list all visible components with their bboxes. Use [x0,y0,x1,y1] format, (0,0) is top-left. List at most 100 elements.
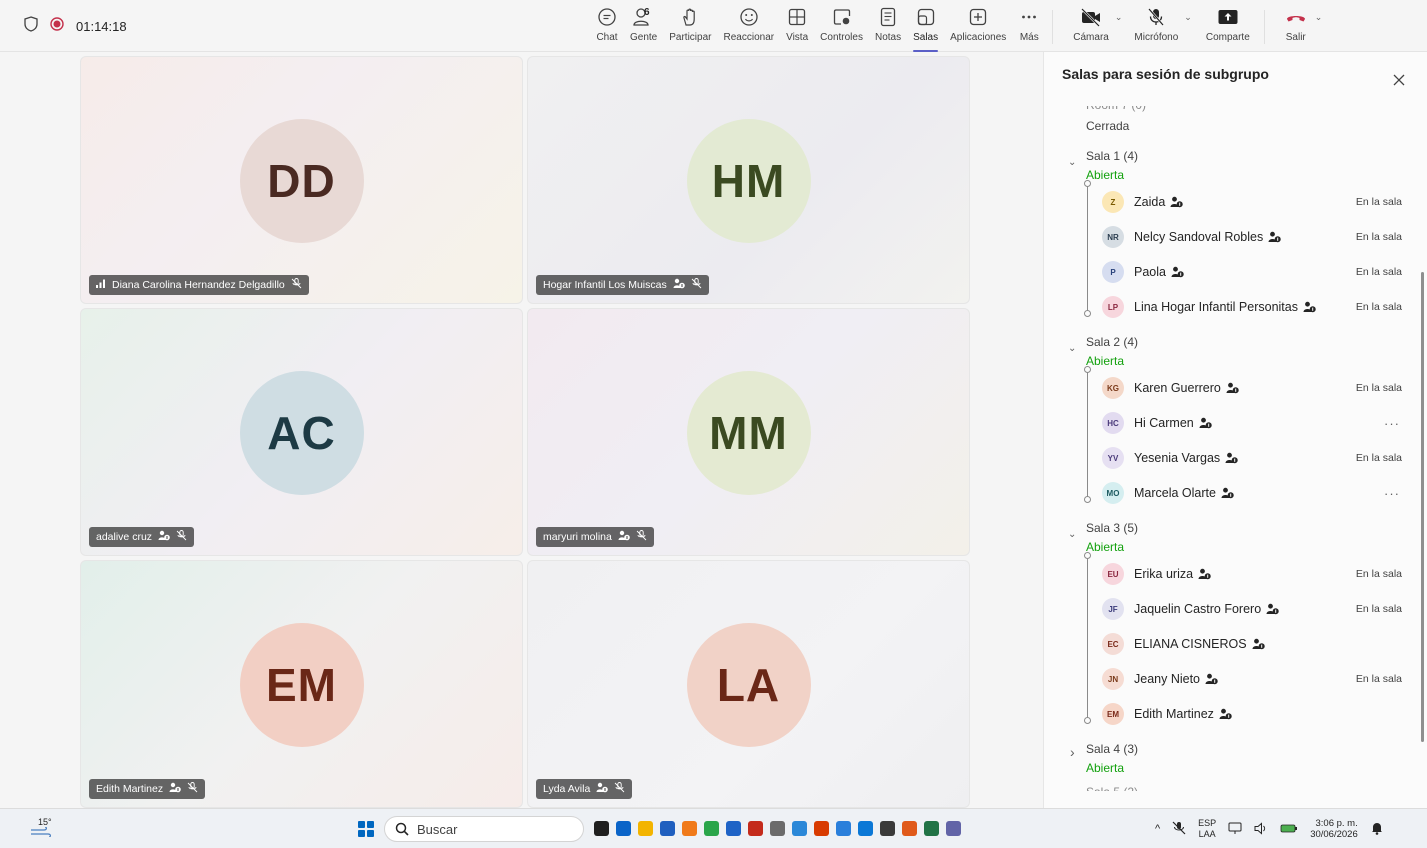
add-icon [967,6,989,28]
network-icon[interactable] [1228,822,1242,837]
taskbar-app-icon[interactable] [880,821,895,836]
taskbar-app-icon[interactable] [704,821,719,836]
room-member-row[interactable]: KG Karen Guerrero En la sala [1102,376,1402,400]
room-member-row[interactable]: YV Yesenia Vargas En la sala [1102,446,1402,470]
raise-hand-button[interactable]: Participar [663,6,717,50]
close-panel-button[interactable] [1391,72,1407,88]
camera-options-chevron-icon[interactable]: ⌄ [1115,12,1123,23]
system-tray: ^ ESP LAA 3:06 p. m. 30/06/2026 [1155,818,1384,840]
signal-bars-icon [96,279,106,291]
mic-button[interactable]: Micrófono [1122,6,1182,50]
taskbar-app-icon[interactable] [858,821,873,836]
taskbar-app-icon[interactable] [638,821,653,836]
room-name[interactable]: Sala 4 (3) [1086,742,1138,756]
react-button[interactable]: Reaccionar [718,6,781,50]
member-status: En la sala [1355,301,1402,313]
taskbar-search[interactable]: Buscar [384,816,584,842]
participant-nameplate: Edith Martinez [89,779,206,799]
meeting-timer: 01:14:18 [76,19,127,34]
member-name: Zaida [1134,195,1166,209]
room-member-row[interactable]: EC ELIANA CISNEROS [1102,632,1402,656]
camera-button[interactable]: Cámara [1059,6,1113,50]
chevron-up-icon[interactable]: ^ [1155,823,1160,835]
grid-view-icon [786,6,808,28]
room-member-row[interactable]: HC Hi Carmen ··· [1102,411,1402,435]
room-member-row[interactable]: JN Jeany Nieto En la sala [1102,667,1402,691]
controls-button[interactable]: Controles [814,6,869,50]
more-options-icon[interactable]: ··· [1384,486,1400,501]
room-member-row[interactable]: LP Lina Hogar Infantil Personitas En la sa… [1102,295,1402,319]
mic-options-chevron-icon[interactable]: ⌄ [1184,12,1192,23]
notes-button[interactable]: Notas [869,6,907,50]
breakout-rooms-icon [915,6,937,28]
language-indicator[interactable]: ESP LAA [1198,818,1216,840]
chat-button[interactable]: Chat [590,6,624,50]
room-name[interactable]: Sala 1 (4) [1086,149,1138,163]
more-button[interactable]: Más [1012,6,1046,50]
participant-name: Diana Carolina Hernandez Delgadillo [112,279,285,291]
participant-tile[interactable]: LA Lyda Avila [527,560,970,808]
room-member-row[interactable]: EM Edith Martinez [1102,702,1402,726]
taskbar-app-icon[interactable] [748,821,763,836]
volume-icon[interactable] [1254,821,1268,837]
leave-options-chevron-icon[interactable]: ⌄ [1315,12,1323,23]
taskbar-app-icon[interactable] [792,821,807,836]
room-member-row[interactable]: EU Erika uriza En la sala [1102,562,1402,586]
participant-tile[interactable]: DD Diana Carolina Hernandez Delgadillo [80,56,523,304]
mic-muted-tray-icon[interactable] [1172,821,1186,837]
room-name[interactable]: Sala 5 (2) [1086,785,1138,791]
member-avatar: EM [1102,703,1124,725]
view-button[interactable]: Vista [780,6,814,50]
taskbar-app-icon[interactable] [660,821,675,836]
share-button[interactable]: Comparte [1192,6,1258,50]
people-button[interactable]: 6 Gente [624,6,663,50]
chevron-down-icon[interactable]: ⌄ [1068,343,1076,354]
room-name[interactable]: Sala 2 (4) [1086,335,1138,349]
notifications-icon[interactable] [1370,821,1384,837]
participant-tile[interactable]: AC adalive cruz [80,308,523,556]
room-member-row[interactable]: JF Jaquelin Castro Forero En la sala [1102,597,1402,621]
participant-name: maryuri molina [543,531,612,543]
chat-icon [596,6,618,28]
taskbar-app-icon[interactable] [682,821,697,836]
shield-icon [24,16,38,37]
chevron-down-icon[interactable]: ⌄ [1068,529,1076,540]
room-tree-line [1087,184,1088,313]
apps-button[interactable]: Aplicaciones [944,6,1012,50]
participant-tile[interactable]: HM Hogar Infantil Los Muiscas [527,56,970,304]
taskbar-app-icon[interactable] [902,821,917,836]
windows-start-icon[interactable] [358,821,374,837]
panel-scrollbar[interactable] [1421,272,1424,742]
taskbar-app-icon[interactable] [946,821,961,836]
taskbar-app-icon[interactable] [726,821,741,836]
video-grid: DD Diana Carolina Hernandez Delgadillo H… [80,56,972,808]
chevron-right-icon[interactable]: › [1070,744,1075,760]
meeting-status: 01:14:18 [24,16,127,37]
controls-icon [831,6,853,28]
leave-button[interactable]: Salir [1271,6,1313,50]
breakout-rooms-button[interactable]: Salas [907,6,944,52]
hang-up-icon [1285,6,1307,28]
member-name: Yesenia Vargas [1134,451,1221,465]
more-options-icon[interactable]: ··· [1384,416,1400,431]
room-member-row[interactable]: Z Zaida En la sala [1102,190,1402,214]
member-avatar: MO [1102,482,1124,504]
room-member-row[interactable]: MO Marcela Olarte ··· [1102,481,1402,505]
taskbar-app-icon[interactable] [616,821,631,836]
participant-tile[interactable]: EM Edith Martinez [80,560,523,808]
taskbar-app-icon[interactable] [924,821,939,836]
taskbar-app-icon[interactable] [836,821,851,836]
room-member-row[interactable]: P Paola En la sala [1102,260,1402,284]
taskbar-clock[interactable]: 3:06 p. m. 30/06/2026 [1310,818,1358,840]
taskbar-app-icon[interactable] [770,821,785,836]
room-status: Abierta [1086,761,1125,775]
chevron-down-icon[interactable]: ⌄ [1068,157,1076,168]
taskbar-app-icon[interactable] [594,821,609,836]
participant-tile[interactable]: MM maryuri molina [527,308,970,556]
room-member-row[interactable]: NR Nelcy Sandoval Robles En la sala [1102,225,1402,249]
weather-widget[interactable]: 15° [30,817,52,839]
room-name[interactable]: Sala 3 (5) [1086,521,1138,535]
battery-icon[interactable] [1280,823,1298,836]
taskbar-app-icon[interactable] [814,821,829,836]
participant-avatar: LA [686,623,811,747]
